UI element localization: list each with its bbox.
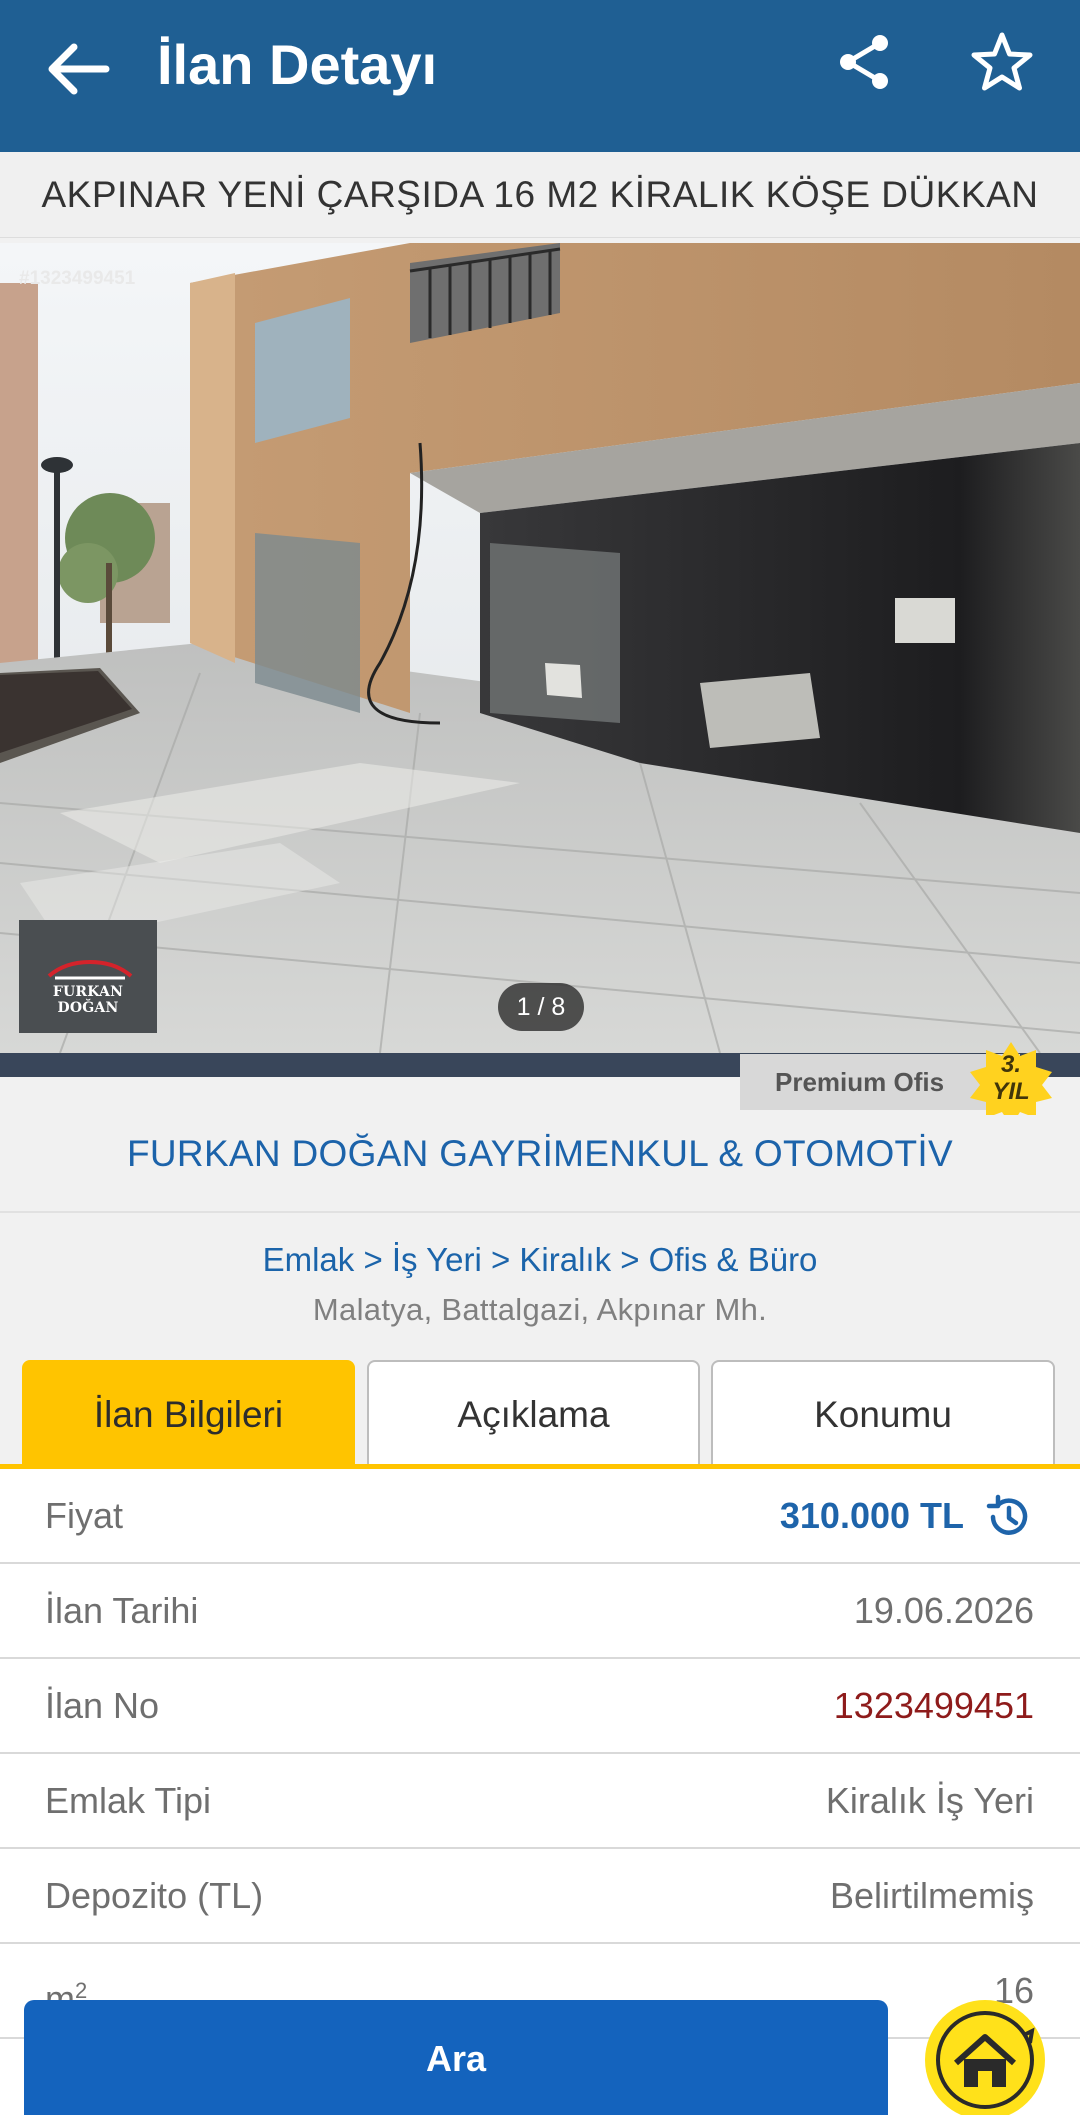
home-icon[interactable] bbox=[920, 1995, 1050, 2115]
history-icon[interactable] bbox=[984, 1493, 1032, 1541]
call-button[interactable]: Ara bbox=[24, 2000, 888, 2115]
detail-key: İlan No bbox=[45, 1685, 160, 1726]
detail-key: Emlak Tipi bbox=[45, 1780, 212, 1821]
detail-key: İlan Tarihi bbox=[45, 1590, 199, 1631]
detail-value: 19.06.2026 bbox=[853, 1590, 1034, 1631]
star-icon[interactable] bbox=[970, 30, 1034, 94]
detail-row-date: İlan Tarihi 19.06.2026 bbox=[0, 1564, 1080, 1659]
divider bbox=[0, 1211, 1080, 1213]
photo-listing-id: #1323499451 bbox=[19, 268, 136, 289]
photo-counter: 1 / 8 bbox=[498, 983, 584, 1031]
detail-row-property-type: Emlak Tipi Kiralık İş Yeri bbox=[0, 1754, 1080, 1849]
back-arrow-icon[interactable] bbox=[44, 34, 114, 104]
photo-scene bbox=[0, 243, 1080, 1053]
price-value: 310.000 TL bbox=[779, 1495, 964, 1536]
car-logo-icon bbox=[47, 959, 133, 980]
tab-konumu[interactable]: Konumu bbox=[711, 1360, 1055, 1466]
listing-photo[interactable] bbox=[0, 243, 1080, 1053]
screen-title: İlan Detayı bbox=[157, 33, 438, 96]
detail-row-price: Fiyat 310.000 TL bbox=[0, 1469, 1080, 1564]
tab-aciklama[interactable]: Açıklama bbox=[367, 1360, 700, 1466]
agency-name-link[interactable]: FURKAN DOĞAN GAYRİMENKUL & OTOMOTİV bbox=[0, 1115, 1080, 1193]
agency-photo-logo: FURKAN DOĞAN bbox=[19, 920, 157, 1033]
share-icon[interactable] bbox=[834, 32, 894, 92]
detail-key: Depozito (TL) bbox=[45, 1875, 264, 1916]
detail-row-listing-no: İlan No 1323499451 bbox=[0, 1659, 1080, 1754]
detail-row-deposit: Depozito (TL) Belirtilmemiş bbox=[0, 1849, 1080, 1944]
top-app-bar: İlan Detayı bbox=[0, 0, 1080, 152]
listing-detail-screen: İlan Detayı AKPINAR YENİ ÇARŞIDA 16 M2 K… bbox=[0, 0, 1080, 2115]
tab-ilan-bilgileri[interactable]: İlan Bilgileri bbox=[22, 1360, 355, 1466]
listing-title: AKPINAR YENİ ÇARŞIDA 16 M2 KİRALIK KÖŞE … bbox=[0, 152, 1080, 238]
listing-no-value[interactable]: 1323499451 bbox=[834, 1659, 1034, 1752]
detail-value: Kiralık İş Yeri bbox=[825, 1780, 1034, 1821]
detail-value: Belirtilmemiş bbox=[829, 1875, 1034, 1916]
year-badge-text: 3. YIL bbox=[992, 1051, 1030, 1105]
detail-key: Fiyat bbox=[45, 1495, 124, 1536]
listing-location: Malatya, Battalgazi, Akpınar Mh. bbox=[312, 1292, 768, 1327]
agency-logo-text: FURKAN DOĞAN bbox=[52, 984, 124, 1016]
category-breadcrumb[interactable]: Emlak > İş Yeri > Kiralık > Ofis & Büro bbox=[0, 1238, 1080, 1282]
